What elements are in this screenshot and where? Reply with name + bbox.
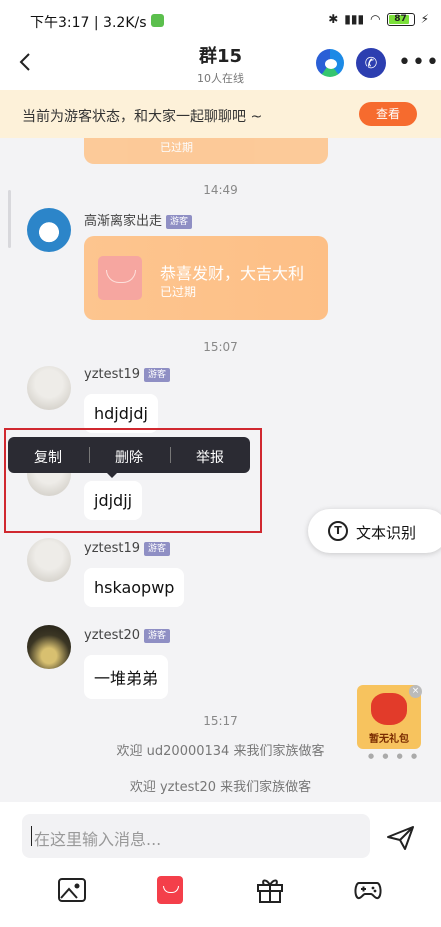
- avatar[interactable]: [27, 366, 71, 410]
- sender-name: yztest19游客: [84, 541, 171, 556]
- timestamp: 14:49: [203, 183, 238, 197]
- message-input[interactable]: 在这里输入消息...: [22, 814, 370, 858]
- image-icon[interactable]: [57, 876, 87, 904]
- selection-indicator: [8, 190, 11, 248]
- context-menu-pointer: [106, 472, 118, 478]
- avatar[interactable]: [27, 538, 71, 582]
- system-message: 欢迎 yztest20 来我们家族做客: [129, 780, 312, 795]
- bluetooth-icon: ✱: [328, 12, 339, 26]
- delete-menu-item[interactable]: 删除: [115, 447, 143, 467]
- message-bubble[interactable]: 一堆弟弟: [84, 655, 169, 699]
- signal-icon: ▮▮▮: [344, 12, 365, 26]
- guest-tag: 游客: [144, 368, 171, 382]
- wechat-notification-icon: [151, 14, 164, 27]
- red-packet-title: 恭喜发财，大吉大利: [160, 264, 305, 283]
- status-bar: 下午3:17 | 3.2K/s ✱ ▮▮▮ ◠ 87 ⚡: [0, 0, 441, 40]
- guest-tag: 游客: [166, 215, 193, 229]
- sender-name: yztest20 游客: [84, 628, 171, 643]
- sender-name: 高渐离家出走 游客: [84, 210, 193, 229]
- wifi-icon: ◠: [370, 12, 381, 26]
- message-bubble[interactable]: hskaopwp: [84, 568, 185, 607]
- text-recognition-icon: T: [328, 521, 348, 541]
- red-packet-icon[interactable]: [157, 876, 183, 904]
- red-packet-message[interactable]: 恭喜发财，大吉大利 已过期: [84, 236, 328, 320]
- edge-browser-icon[interactable]: [316, 49, 344, 77]
- avatar[interactable]: [27, 625, 71, 669]
- sender-name: yztest19游客: [84, 367, 171, 382]
- close-icon[interactable]: ×: [409, 685, 422, 698]
- status-icons: ✱ ▮▮▮ ◠ 87 ⚡: [328, 12, 429, 26]
- send-icon[interactable]: [386, 824, 416, 852]
- status-time: 下午3:17 | 3.2K/s: [30, 15, 147, 31]
- input-bar: 在这里输入消息...: [0, 802, 441, 927]
- copy-menu-item[interactable]: 复制: [34, 447, 62, 467]
- red-packet-icon: [98, 256, 142, 300]
- voice-call-icon[interactable]: ✆: [356, 48, 386, 78]
- gift-icon[interactable]: [255, 876, 285, 904]
- gift-pack-label: 暂无礼包: [369, 734, 409, 745]
- input-placeholder: 在这里输入消息...: [34, 830, 162, 849]
- avatar[interactable]: [27, 208, 71, 252]
- chat-header: 群15 10人在线 ✆ •••: [0, 40, 441, 90]
- charging-icon: ⚡: [420, 12, 429, 26]
- gift-bag-icon: [371, 693, 407, 725]
- previous-redpacket-card[interactable]: 已过期: [84, 138, 328, 164]
- context-menu: 复制 删除 举报: [8, 437, 250, 473]
- carousel-dots: ● ● ● ●: [368, 752, 421, 760]
- guest-tag: 游客: [144, 629, 171, 643]
- menu-divider: [89, 447, 90, 463]
- more-options-icon[interactable]: •••: [398, 50, 440, 75]
- guest-tag: 游客: [144, 542, 171, 556]
- red-packet-status: 已过期: [160, 285, 197, 299]
- text-recognition-button[interactable]: T 文本识别: [308, 509, 441, 553]
- text-recognition-label: 文本识别: [356, 524, 417, 542]
- timestamp: 15:07: [203, 340, 238, 354]
- menu-divider: [170, 447, 171, 463]
- text-caret: [31, 826, 32, 846]
- guest-banner: 当前为游客状态，和大家一起聊聊吧 ~ 查看: [0, 90, 441, 138]
- gamepad-icon[interactable]: [353, 876, 383, 904]
- report-menu-item[interactable]: 举报: [196, 447, 224, 467]
- view-button[interactable]: 查看: [359, 102, 417, 126]
- battery-icon: 87: [386, 12, 415, 26]
- guest-banner-text: 当前为游客状态，和大家一起聊聊吧 ~: [22, 109, 263, 125]
